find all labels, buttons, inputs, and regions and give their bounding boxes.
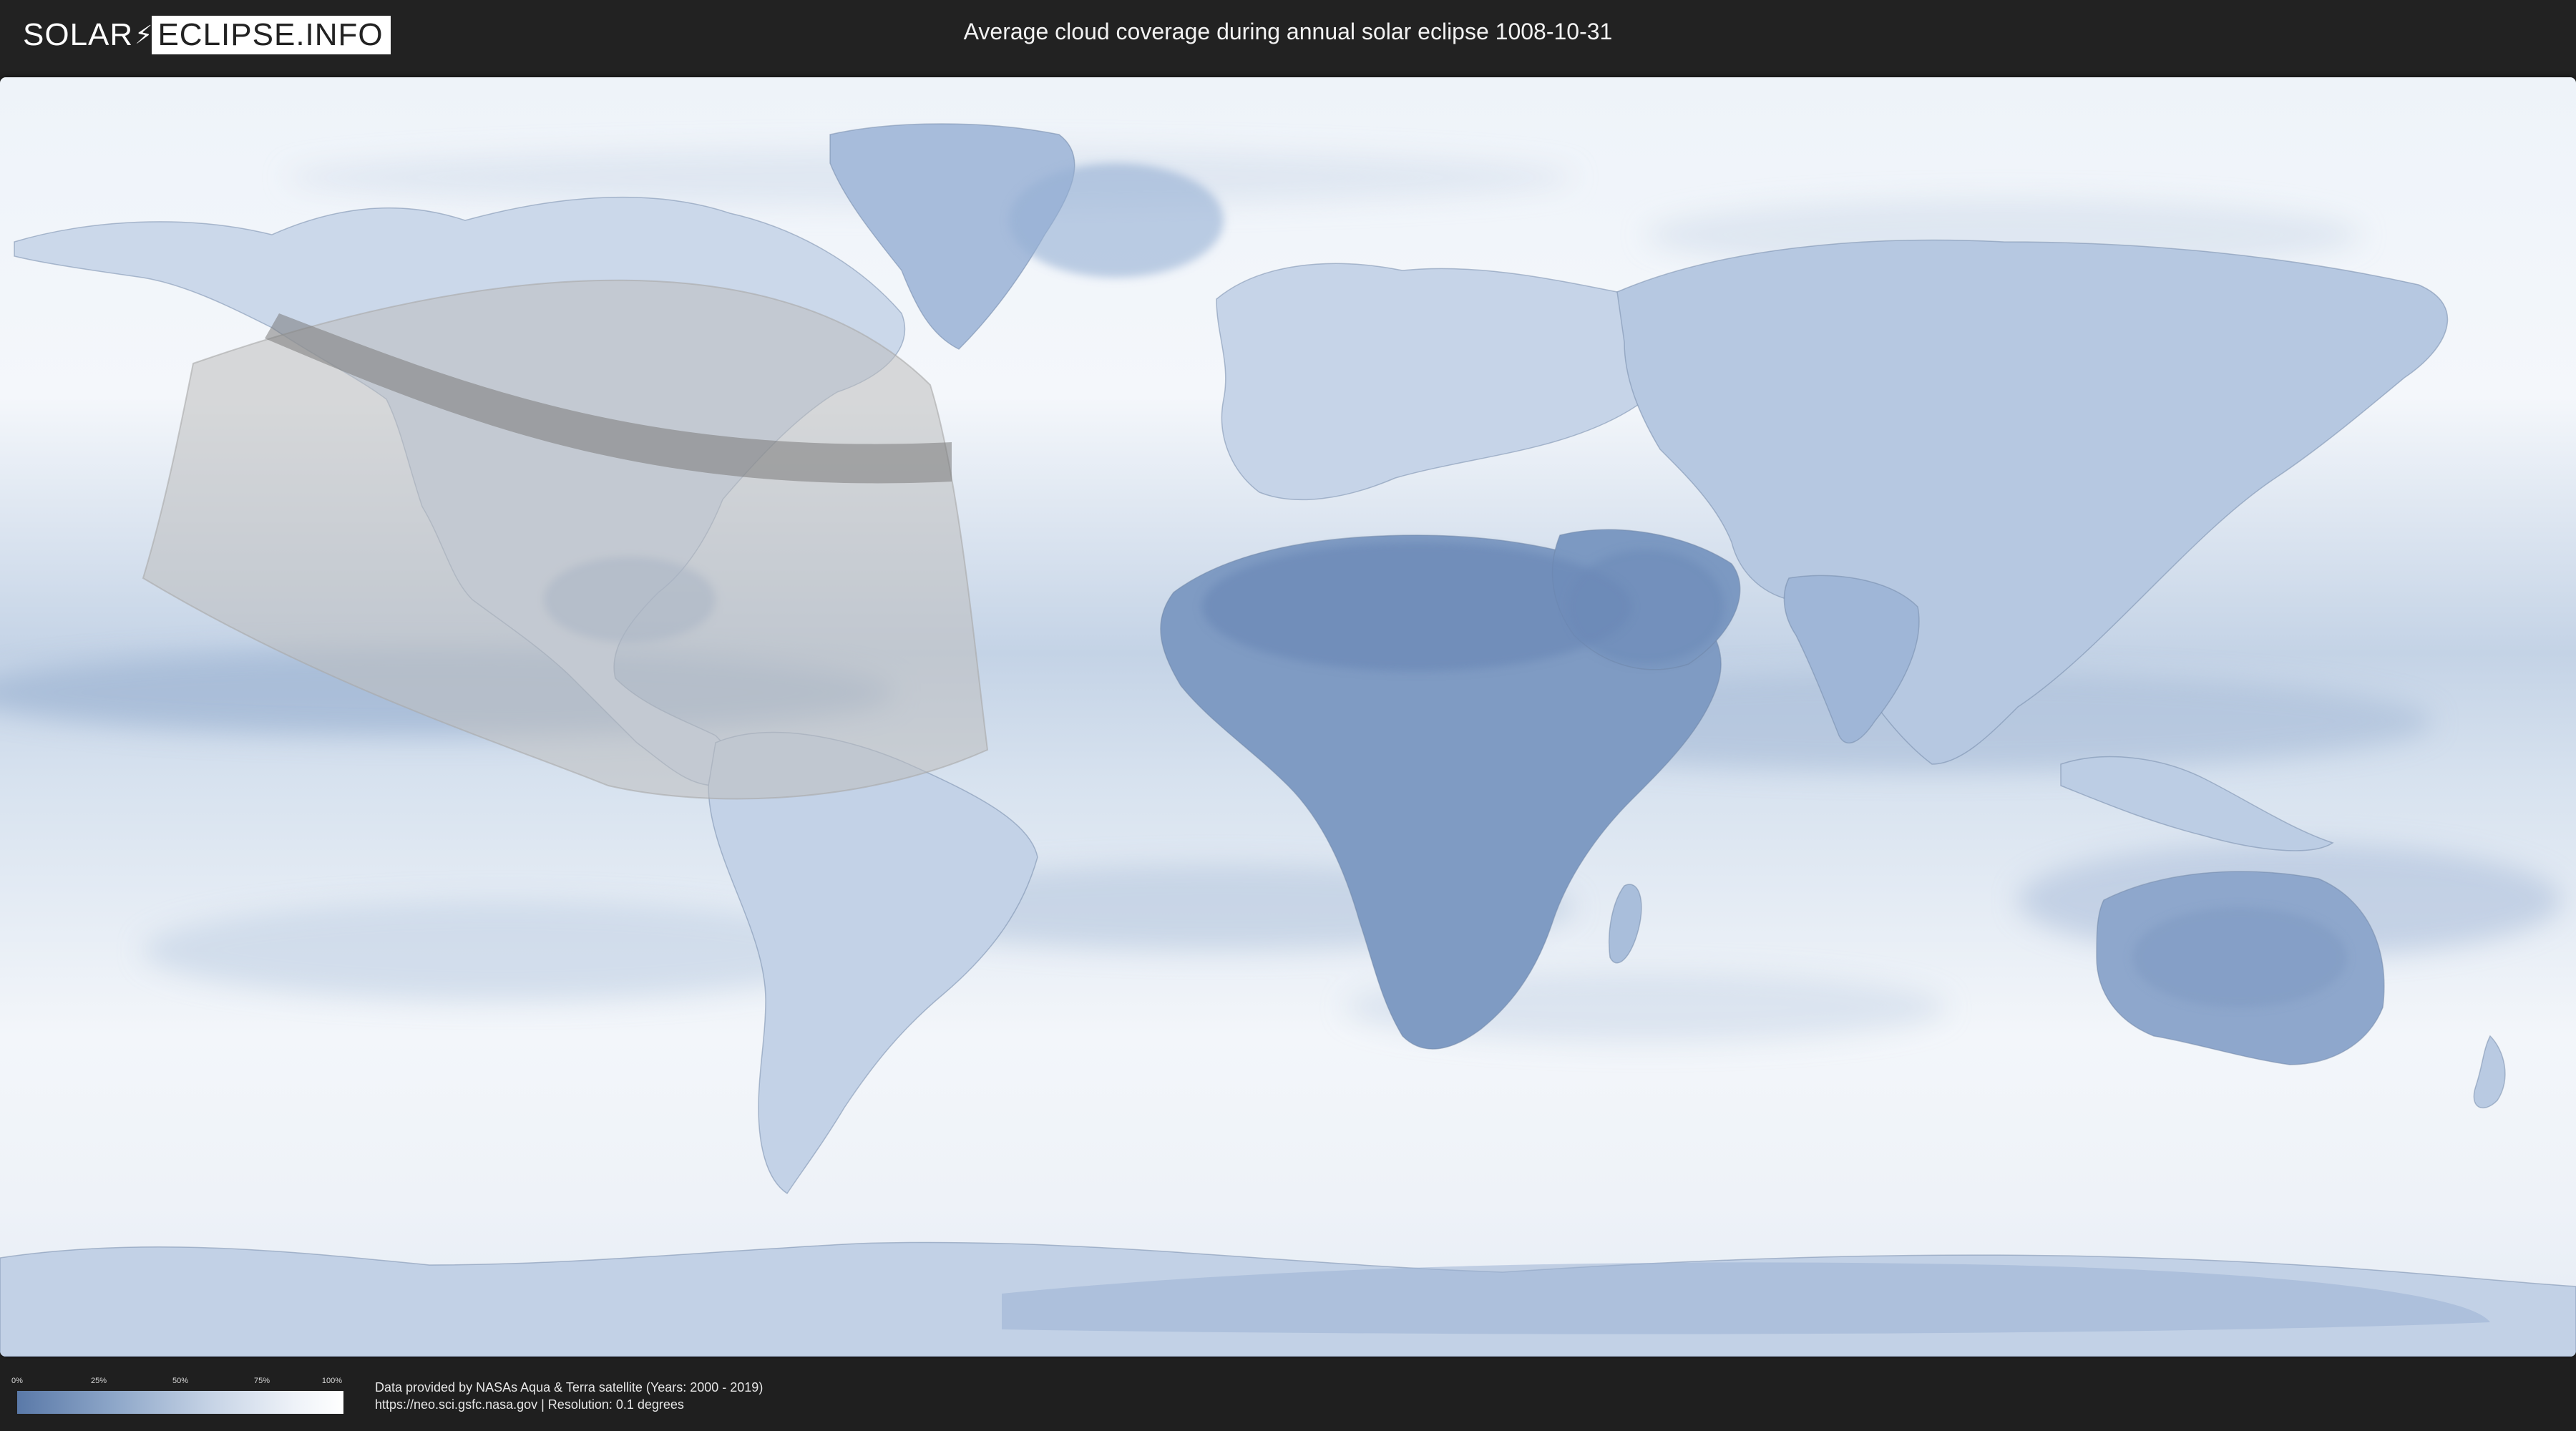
header-bar: SOLAR ⚡ ECLIPSE.INFO Average cloud cover…	[0, 0, 2576, 72]
scale-label-100: 100%	[321, 1377, 343, 1385]
scale-label-50: 50%	[172, 1377, 189, 1385]
source-link[interactable]: https://neo.sci.gsfc.nasa.gov | Resoluti…	[375, 1397, 684, 1412]
cloud-scale-labels: 0% 25% 50% 75% 100%	[11, 1377, 343, 1387]
page: SOLAR ⚡ ECLIPSE.INFO Average cloud cover…	[0, 0, 2576, 1431]
scale-label-0: 0%	[11, 1377, 23, 1385]
scale-label-75: 75%	[253, 1377, 270, 1385]
map-svg	[0, 77, 2576, 1357]
cloud-coverage-map	[0, 77, 2576, 1357]
footer-bar	[0, 1359, 2576, 1431]
cloud-scale-gradient	[17, 1391, 343, 1414]
page-title: Average cloud coverage during annual sol…	[963, 19, 1613, 44]
data-credit-line: Data provided by NASAs Aqua & Terra sate…	[375, 1380, 763, 1395]
scale-label-25: 25%	[90, 1377, 107, 1385]
